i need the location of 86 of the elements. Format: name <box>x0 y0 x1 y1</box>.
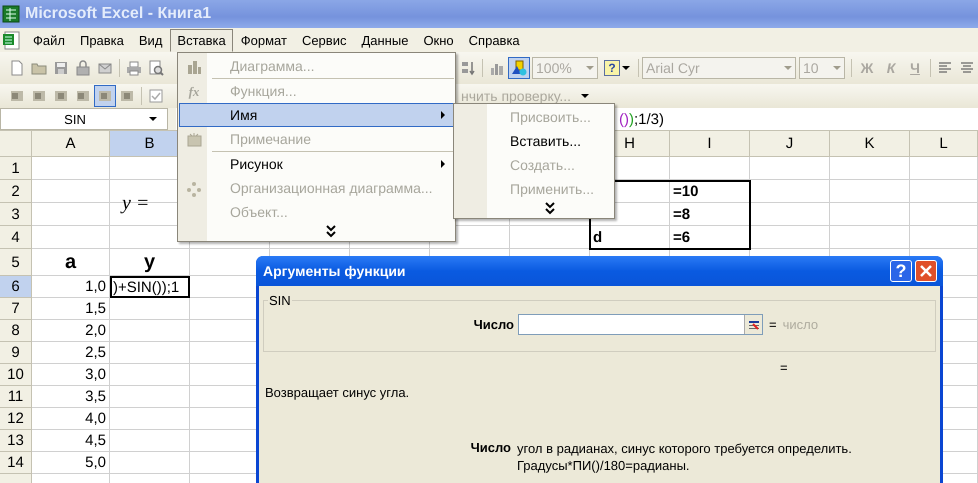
close-button[interactable] <box>915 260 937 282</box>
function-description: Возвращает синус угла. <box>265 385 410 400</box>
menu-item[interactable]: Файл <box>26 28 72 52</box>
table-cell: a <box>32 249 110 276</box>
magnifier-page-icon <box>148 60 164 76</box>
equation: y = <box>119 190 150 216</box>
close-icon <box>918 263 934 279</box>
row-header[interactable]: 2 <box>0 180 32 203</box>
row-header[interactable]: 7 <box>0 298 32 320</box>
row-header[interactable]: 9 <box>0 342 32 364</box>
formula-result: = <box>780 360 788 375</box>
equals-sign: = <box>769 317 777 332</box>
row-header[interactable]: 5 <box>0 249 32 276</box>
table-cell: =10 <box>670 180 750 203</box>
table-cell <box>910 180 978 203</box>
menu-item[interactable]: Формат <box>234 28 294 52</box>
printer-icon <box>126 60 142 76</box>
row-header[interactable]: 6 <box>0 276 32 298</box>
row-header[interactable]: 8 <box>0 320 32 342</box>
checklist-icon <box>148 88 164 104</box>
review-icon <box>75 88 91 104</box>
window-title: Microsoft Excel - Книга1 <box>25 5 212 23</box>
table-cell: 2,0 <box>32 320 110 342</box>
name-box[interactable]: SIN <box>0 108 168 130</box>
menu-item[interactable]: Имя <box>179 103 454 127</box>
menu-item[interactable]: Вставка <box>170 28 233 52</box>
active-cell[interactable]: )+SIN());1 <box>110 276 190 298</box>
argument-help-label: Число <box>470 440 512 457</box>
group-label: SIN <box>268 293 292 308</box>
row-header[interactable]: 11 <box>0 386 32 408</box>
document-icon <box>9 60 25 76</box>
menu-item[interactable]: Справка <box>462 28 527 52</box>
row-header[interactable]: 14 <box>0 452 32 474</box>
argument-help-text: угол в радианах, синус которого требуется определить. Градусы*ПИ()/180=радианы. <box>517 440 853 474</box>
help-button[interactable]: ? <box>602 57 632 79</box>
row-header[interactable]: 1 <box>0 157 32 180</box>
table-cell: 4,5 <box>32 430 110 452</box>
menu-item[interactable]: Сервис <box>294 28 354 52</box>
review-icon <box>119 88 135 104</box>
table-cell: 3,5 <box>32 386 110 408</box>
table-cell: =6 <box>670 226 750 249</box>
workbook-icon <box>2 30 20 50</box>
row-header[interactable]: 12 <box>0 408 32 430</box>
review-icon <box>31 88 47 104</box>
chart-icon <box>186 59 202 75</box>
menu-item[interactable]: Окно <box>416 28 461 52</box>
sort-icon <box>460 60 476 76</box>
function-icon: fx <box>188 84 200 100</box>
argument-label: Число <box>472 317 515 332</box>
table-cell: 1,5 <box>32 298 110 320</box>
table-cell <box>910 203 978 226</box>
note-icon <box>186 132 202 148</box>
table-cell: 5,0 <box>32 452 110 474</box>
submenu-arrow-icon <box>441 111 445 119</box>
row-header[interactable]: 10 <box>0 364 32 386</box>
table-cell: y <box>110 249 190 276</box>
spreadsheet-icon <box>2 5 20 23</box>
argument-field[interactable] <box>518 314 763 335</box>
table-cell: 2,5 <box>32 342 110 364</box>
table-cell: =8 <box>670 203 750 226</box>
review-icon <box>97 88 113 104</box>
review-button[interactable] <box>94 85 116 107</box>
collapse-dialog-icon[interactable] <box>744 315 762 334</box>
table-cell <box>910 157 978 180</box>
review-icon <box>53 88 69 104</box>
menu-item[interactable]: Вид <box>132 28 170 52</box>
menu-item[interactable]: Правка <box>72 28 131 52</box>
table-cell: 3,0 <box>32 364 110 386</box>
table-cell <box>910 226 978 249</box>
table-cell: 1,0 <box>32 276 110 298</box>
menu-item[interactable]: Данные <box>354 28 416 52</box>
org-chart-icon <box>186 181 202 197</box>
table-cell: d <box>590 226 670 249</box>
row-header[interactable]: 13 <box>0 430 32 452</box>
range-select-icon <box>748 318 760 330</box>
table-cell: 4,0 <box>32 408 110 430</box>
lock-icon <box>75 60 91 76</box>
drawing-button[interactable] <box>508 57 530 79</box>
row-header[interactable]: 3 <box>0 203 32 226</box>
row-header[interactable]: 4 <box>0 226 32 249</box>
help-button[interactable]: ? <box>890 260 912 282</box>
review-icon <box>9 88 25 104</box>
submenu-arrow-icon <box>441 160 445 168</box>
argument-result: число <box>782 317 818 332</box>
drawing-tools-icon <box>511 60 527 76</box>
dialog-title: Аргументы функции <box>263 263 406 279</box>
